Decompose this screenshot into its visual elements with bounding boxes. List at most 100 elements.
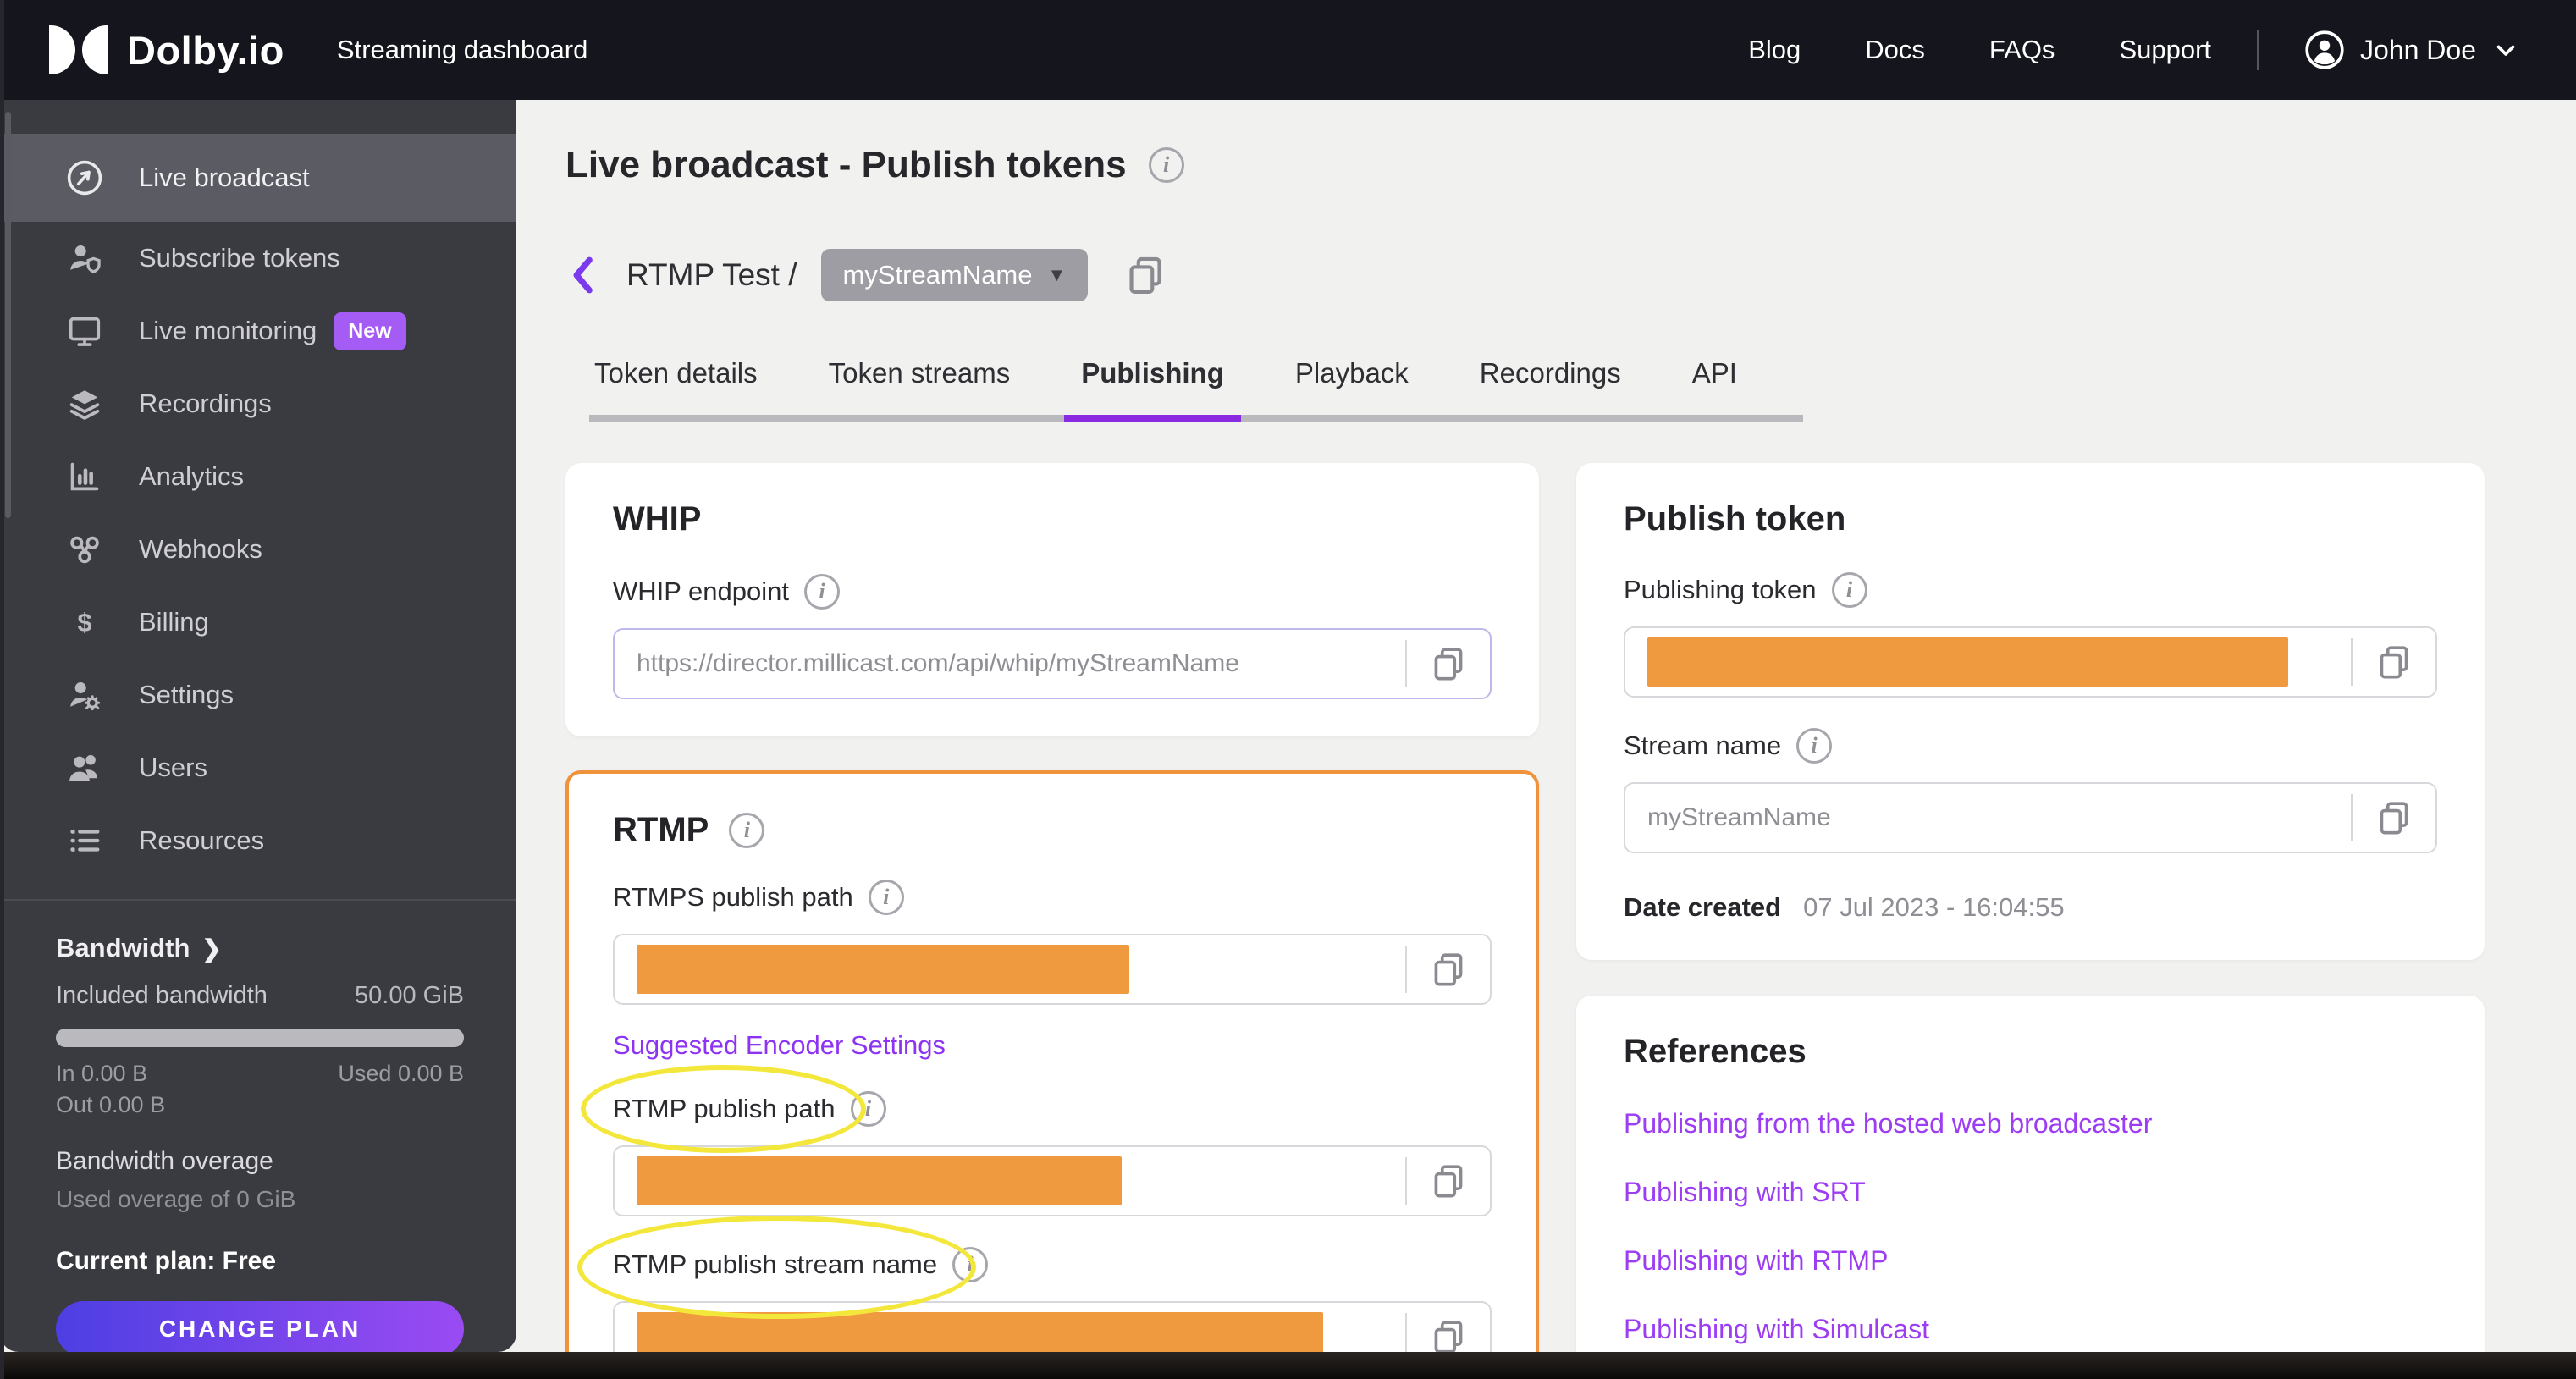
rtmp-publish-path-group: RTMP publish path i: [581, 1065, 1492, 1216]
sidebar-scrollbar[interactable]: [5, 112, 11, 518]
sidebar-item-label: Subscribe tokens: [139, 243, 340, 273]
rtmps-publish-path-field: [613, 934, 1492, 1005]
ref-link-srt[interactable]: Publishing with SRT: [1624, 1177, 2437, 1208]
rtmp-stream-name-label: RTMP publish stream name: [613, 1249, 938, 1279]
suggested-encoder-settings-link[interactable]: Suggested Encoder Settings: [613, 1030, 946, 1061]
sidebar: Live broadcast Subscribe tokens Live mon…: [0, 100, 516, 1357]
redacted-value-bar: [1647, 637, 2288, 687]
redacted-value-bar: [637, 945, 1130, 994]
publish-token-title: Publish token: [1624, 500, 1846, 538]
sidebar-item-live-monitoring[interactable]: Live monitoring New: [0, 295, 516, 367]
stream-name-dropdown[interactable]: myStreamName ▼: [820, 249, 1089, 301]
breadcrumb: RTMP Test / myStreamName ▼: [565, 249, 2576, 301]
caret-down-icon: ▼: [1047, 264, 1067, 285]
sidebar-item-label: Settings: [139, 680, 234, 709]
rtmp-card: RTMP i RTMPS publish path i Suggested En…: [565, 770, 1539, 1379]
publishing-token-group: Publishing token i: [1624, 572, 2437, 698]
broadcast-icon: [64, 158, 105, 197]
dolby-logo[interactable]: Dolby.io: [49, 25, 284, 74]
bandwidth-progress-bar: [56, 1029, 464, 1047]
tab-recordings[interactable]: Recordings: [1475, 357, 1626, 415]
rtmp-publish-path-label: RTMP publish path: [613, 1094, 836, 1123]
date-created-label: Date created: [1624, 892, 1782, 922]
back-chevron-icon[interactable]: [565, 254, 603, 296]
bandwidth-overage-title: Bandwidth overage: [56, 1147, 273, 1175]
app-window: Dolby.io Streaming dashboard Blog Docs F…: [0, 0, 2576, 1379]
new-badge: New: [334, 312, 406, 350]
bandwidth-out-value: Out 0.00 B: [56, 1092, 166, 1117]
copy-rtmp-path-button[interactable]: [1407, 1147, 1490, 1215]
copy-rtmps-path-button[interactable]: [1407, 935, 1490, 1003]
info-icon[interactable]: i: [1796, 728, 1833, 764]
sidebar-item-resources[interactable]: Resources: [0, 804, 516, 877]
copy-stream-name-value-button[interactable]: [2353, 784, 2435, 852]
nav-support[interactable]: Support: [2119, 35, 2211, 65]
rtmp-publish-path-field: [613, 1145, 1492, 1216]
nav-faqs[interactable]: FAQs: [1989, 35, 2055, 65]
rtmps-publish-path-label: RTMPS publish path: [613, 882, 853, 912]
sidebar-item-recordings[interactable]: Recordings: [0, 367, 516, 440]
bandwidth-panel: Bandwidth ❯ Included bandwidth 50.00 GiB…: [0, 901, 516, 1357]
tab-api[interactable]: API: [1687, 357, 1742, 415]
copy-publishing-token-button[interactable]: [2353, 628, 2435, 696]
tab-token-streams[interactable]: Token streams: [824, 357, 1016, 415]
nav-blog[interactable]: Blog: [1748, 35, 1801, 65]
sidebar-item-analytics[interactable]: Analytics: [0, 440, 516, 513]
whip-title: WHIP: [613, 500, 702, 538]
copy-whip-endpoint-button[interactable]: [1407, 630, 1490, 698]
info-icon[interactable]: i: [1148, 147, 1184, 183]
dolby-double-d-icon: [49, 25, 108, 74]
sidebar-item-label: Webhooks: [139, 534, 262, 564]
current-plan-label: Current plan: Free: [56, 1247, 277, 1275]
redacted-value-bar: [637, 1156, 1123, 1205]
copy-stream-name-button[interactable]: [1123, 253, 1167, 297]
info-icon[interactable]: i: [729, 812, 765, 848]
chevron-right-icon: ❯: [201, 935, 222, 962]
stream-name-input[interactable]: [1647, 803, 2329, 832]
svg-text:$: $: [77, 609, 91, 637]
ref-link-hosted-web-broadcaster[interactable]: Publishing from the hosted web broadcast…: [1624, 1108, 2437, 1139]
bandwidth-in-value: In 0.00 B: [56, 1061, 148, 1086]
info-icon[interactable]: i: [952, 1247, 989, 1282]
included-bandwidth-value: 50.00 GiB: [355, 982, 464, 1009]
whip-endpoint-field: [613, 628, 1492, 699]
user-menu[interactable]: John Doe: [2304, 30, 2520, 70]
whip-card: WHIP WHIP endpoint i: [565, 463, 1539, 736]
main-content: Live broadcast - Publish tokens i RTMP T…: [516, 100, 2576, 1379]
sidebar-item-settings[interactable]: Settings: [0, 659, 516, 731]
tab-playback[interactable]: Playback: [1290, 357, 1414, 415]
users-icon: [64, 748, 105, 787]
stream-name-group: Stream name i: [1624, 728, 2437, 853]
sidebar-item-label: Live monitoring: [139, 316, 317, 345]
bandwidth-used-value: Used 0.00 B: [338, 1061, 464, 1086]
subscriber-shield-icon: [64, 239, 105, 278]
tab-publishing[interactable]: Publishing: [1064, 357, 1241, 422]
token-name: RTMP Test /: [626, 257, 797, 292]
change-plan-button[interactable]: CHANGE PLAN: [56, 1301, 464, 1357]
user-avatar-icon: [2304, 30, 2345, 70]
references-card: References Publishing from the hosted we…: [1576, 996, 2485, 1379]
nav-docs[interactable]: Docs: [1865, 35, 1925, 65]
sidebar-item-live-broadcast[interactable]: Live broadcast: [0, 134, 516, 222]
info-icon[interactable]: i: [1831, 572, 1867, 608]
tab-token-details[interactable]: Token details: [589, 357, 763, 415]
user-gear-icon: [64, 676, 105, 714]
info-icon[interactable]: i: [868, 880, 904, 915]
whip-endpoint-input[interactable]: [637, 649, 1383, 678]
dollar-icon: $: [64, 603, 105, 642]
sidebar-item-subscribe-tokens[interactable]: Subscribe tokens: [0, 222, 516, 295]
sidebar-item-billing[interactable]: $ Billing: [0, 586, 516, 659]
sidebar-item-webhooks[interactable]: Webhooks: [0, 513, 516, 586]
bandwidth-link[interactable]: Bandwidth ❯: [56, 933, 222, 963]
rtmps-publish-path-group: RTMPS publish path i: [613, 880, 1492, 1005]
info-icon[interactable]: i: [803, 574, 840, 610]
date-created-value: 07 Jul 2023 - 16:04:55: [1803, 892, 2065, 922]
info-icon[interactable]: i: [850, 1091, 886, 1127]
nav-divider: [2257, 30, 2259, 70]
ref-link-rtmp[interactable]: Publishing with RTMP: [1624, 1245, 2437, 1277]
top-bar: Dolby.io Streaming dashboard Blog Docs F…: [0, 0, 2576, 100]
bar-chart-icon: [64, 457, 105, 496]
sidebar-item-label: Users: [139, 753, 207, 782]
sidebar-item-users[interactable]: Users: [0, 731, 516, 804]
ref-link-simulcast[interactable]: Publishing with Simulcast: [1624, 1314, 2437, 1345]
